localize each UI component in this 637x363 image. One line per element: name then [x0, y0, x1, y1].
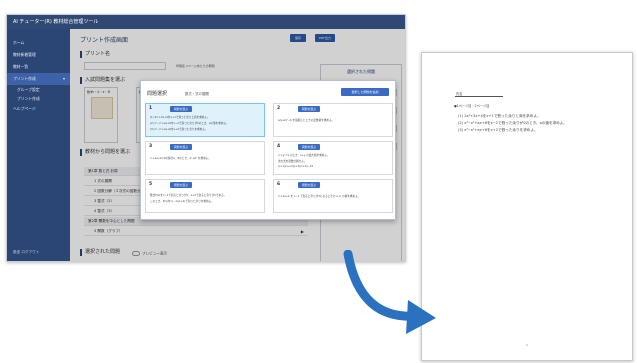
problem-text: x²+ax+b を x−1 で割ると余りが3になるときの a, b の値を求めよ…	[278, 195, 361, 198]
document-problem-line: (3) x³−x²+ax+6をx+2で割った余りを求めよ。	[458, 128, 538, 132]
problem-card[interactable]: 5 問題を選ぶ 整式P(x)をx−1で割ると余りが5、x+2で割ると余りが2であ…	[145, 179, 265, 213]
select-problem-button[interactable]: 問題を選ぶ	[298, 182, 320, 188]
sidebar-item-label: 教材一覧	[13, 64, 29, 69]
sidebar-item-print-create[interactable]: プリント作成 ▾	[7, 73, 70, 85]
problem-number: 5	[149, 182, 153, 187]
sidebar-subitem-print[interactable]: プリント作成	[7, 94, 70, 103]
sidebar-item-textbook-list[interactable]: 教材一覧	[7, 61, 70, 73]
document-problem-line: (1) 2x²+3x+4をx+1で割った余りと商を求めよ。	[458, 114, 541, 118]
problem-select-modal: 問題選択 数式・式の展開 選択した問題を追加 1 問題を選ぶ (1) 2x²+3…	[140, 80, 396, 220]
problem-number: 4	[277, 144, 281, 149]
problem-text: 整式P(x)をx−1で割ると余りが5、x+2で割ると余りが2である。	[150, 194, 227, 197]
problem-number: 1	[149, 106, 153, 111]
sidebar-item-label: ヘルプページ	[13, 106, 36, 111]
problem-text: (3) x³−x²+ax+6をx+2で割った余りを求めよ。	[150, 128, 208, 131]
problem-text: 次の式を因数分解せよ。	[278, 160, 307, 163]
sidebar-item-label: 教材新着管理	[13, 52, 36, 57]
problem-text: x²+y²=1 のとき、x+y の最大値を求めよ。	[278, 154, 330, 157]
chevron-down-icon: ▾	[62, 76, 65, 81]
problem-number: 3	[149, 144, 153, 149]
problem-text: x²+ax+b=0の解がα、βのとき、α²+β² を求めよ。	[150, 157, 211, 160]
sidebar-item-label: プリント作成	[13, 76, 36, 81]
select-problem-button[interactable]: 問題を選ぶ	[298, 144, 320, 150]
select-problem-button[interactable]: 問題を選ぶ	[170, 106, 192, 112]
document-page-number: 1	[526, 343, 528, 347]
sidebar-item-help[interactable]: ヘルプページ	[7, 103, 70, 115]
problem-text: a(x+b)²−6 を展開したときの定数項を求めよ。	[278, 119, 335, 122]
select-problem-button[interactable]: 問題を選ぶ	[170, 182, 192, 188]
document-problem-line: (2) x³−x²+ax+6をx−2で割った余りが0のとき、aの値を求めよ。	[458, 121, 567, 125]
sidebar-item-label: ホーム	[13, 40, 25, 45]
modal-subtitle: 数式・式の展開	[185, 92, 209, 96]
problem-card[interactable]: 3 問題を選ぶ x²+ax+b=0の解がα、βのとき、α²+β² を求めよ。	[145, 141, 265, 175]
select-problem-button[interactable]: 問題を選ぶ	[298, 106, 320, 112]
select-problem-button[interactable]: 問題を選ぶ	[170, 144, 192, 150]
sidebar: ホーム 教材新着管理 教材一覧 プリント作成 ▾ グループ設定 プリント作成 ヘル…	[7, 29, 70, 261]
sidebar-item-home[interactable]: ホーム	[7, 37, 70, 49]
problem-text: このとき、P(x)を(x−1)(x+2)で割った余りを求めよ。	[150, 200, 214, 203]
name-underline	[455, 96, 503, 97]
sidebar-item-label: グループ設定	[17, 87, 40, 92]
app-title: Al チューター(R) 教材総合管理ツール	[7, 15, 405, 29]
problem-card[interactable]: 4 問題を選ぶ x²+y²=1 のとき、x+y の最大値を求めよ。 次の式を因数…	[273, 141, 393, 175]
print-preview-document: 氏名 ●1ページ目・2ページ目 (1) 2x²+3x+4をx+1で割った余りと商…	[421, 52, 633, 361]
sidebar-footer[interactable]: 設定 ログアウト	[13, 250, 39, 255]
problem-number: 2	[277, 106, 281, 111]
export-arrow-icon	[343, 250, 436, 334]
sidebar-item-label: プリント作成	[17, 96, 40, 101]
sidebar-item-new-textbook[interactable]: 教材新着管理	[7, 49, 70, 61]
problem-text: (x+1)(x+2)(x+3)(x+4)−24	[278, 165, 314, 168]
problem-text: (2) x³−x²+ax+6をx−2で割った余りが0のとき、aの値を求めよ。	[150, 122, 229, 125]
sidebar-subitem-group[interactable]: グループ設定	[7, 85, 70, 94]
problem-card[interactable]: 2 問題を選ぶ a(x+b)²−6 を展開したときの定数項を求めよ。	[273, 103, 393, 137]
problem-number: 6	[277, 182, 281, 187]
modal-title: 問題選択	[147, 91, 168, 97]
add-selected-problems-button[interactable]: 選択した問題を追加	[341, 88, 389, 96]
document-heading: ●1ページ目・2ページ目	[454, 104, 490, 108]
problem-text: (1) 2x²+3x+4をx+1で割った余りと商を求めよ。	[150, 116, 210, 119]
problem-card[interactable]: 6 問題を選ぶ x²+ax+b を x−1 で割ると余りが3になるときの a, …	[273, 179, 393, 213]
problem-card[interactable]: 1 問題を選ぶ (1) 2x²+3x+4をx+1で割った余りと商を求めよ。 (2…	[145, 103, 265, 137]
